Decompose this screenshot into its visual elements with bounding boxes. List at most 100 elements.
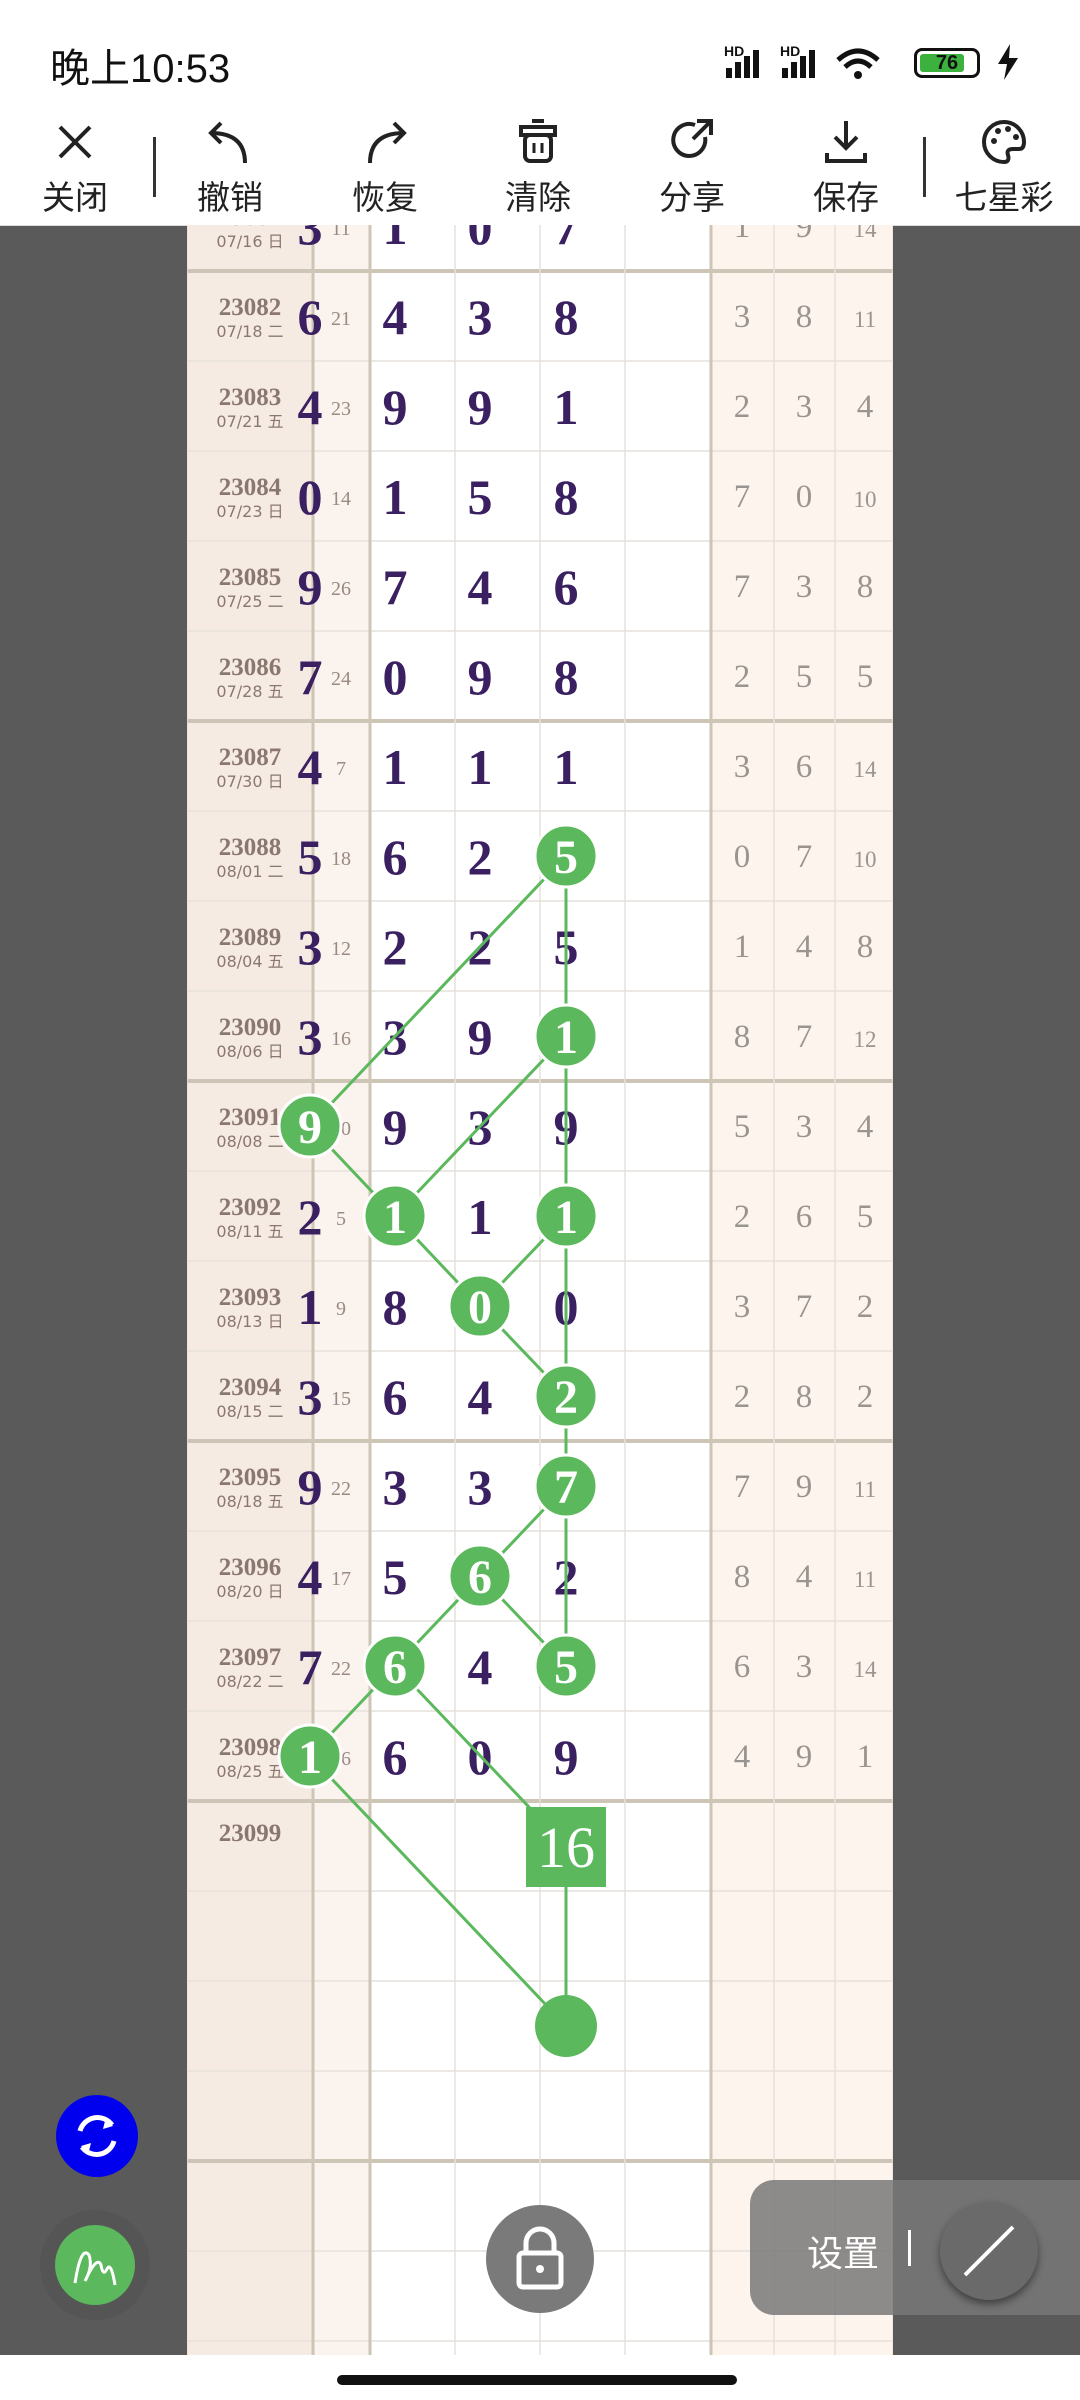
digit-cell: 4 (468, 1639, 493, 1695)
marked-digit: 0 (468, 1281, 492, 1334)
remainder-cell: 3 (796, 389, 813, 425)
sum-value: 23 (331, 398, 351, 420)
sum-value: 18 (331, 848, 351, 870)
status-icons: HD HD 76 (720, 38, 1040, 84)
svg-text:HD: HD (724, 43, 744, 59)
sum-value: 17 (331, 1568, 351, 1590)
marked-digit: 1 (554, 1011, 578, 1064)
digit-cell: 5 (468, 469, 493, 525)
home-indicator[interactable] (337, 2375, 737, 2385)
issue-date: 08/04 五 (216, 952, 283, 971)
clear-button[interactable]: 清除 (478, 115, 598, 225)
digit-cell: 3 (383, 1459, 408, 1515)
remainder-cell: 7 (734, 479, 751, 515)
palette-icon (982, 119, 1027, 165)
remainder-cell: 0 (734, 839, 751, 875)
issue-date: 07/28 五 (216, 682, 283, 701)
remainder-cell: 14 (854, 757, 878, 782)
remainder-cell: 5 (857, 1199, 874, 1235)
remainder-cell: 4 (796, 1559, 813, 1595)
remainder-cell: 14 (854, 225, 878, 242)
remainder-cell: 10 (854, 487, 877, 512)
remainder-cell: 3 (734, 299, 751, 335)
marked-digit: 9 (298, 1101, 322, 1154)
digit-cell: 1 (383, 225, 408, 255)
digit-cell: 1 (468, 1189, 493, 1245)
sum-value: 9 (336, 1298, 346, 1320)
remainder-cell: 11 (854, 307, 876, 332)
refresh-button[interactable] (56, 2095, 138, 2177)
remainder-cell: 8 (857, 569, 874, 605)
prediction-dot (535, 1995, 597, 2057)
digit-cell: 2 (383, 919, 408, 975)
remainder-cell: 8 (734, 1559, 751, 1595)
remainder-cell: 11 (854, 1567, 876, 1592)
digit-cell: 9 (298, 559, 323, 615)
settings-divider (908, 2230, 911, 2266)
digit-cell: 9 (468, 1009, 493, 1065)
remainder-cell: 3 (796, 1109, 813, 1145)
sum-value: 15 (331, 1388, 351, 1410)
issue-number: 23094 (219, 1374, 282, 1401)
remainder-cell: 2 (857, 1379, 874, 1415)
share-icon (671, 119, 713, 158)
digit-cell: 7 (554, 225, 579, 255)
line-tool-button[interactable] (940, 2202, 1038, 2300)
draw-mode-button[interactable] (40, 2210, 150, 2320)
issue-date: 08/20 日 (216, 1582, 283, 1601)
issue-number: 23091 (219, 1104, 282, 1131)
sum-value: 16 (331, 1028, 351, 1050)
digit-cell: 0 (468, 225, 493, 255)
digit-cell: 5 (298, 829, 323, 885)
undo-icon (208, 121, 247, 164)
marked-digit: 6 (383, 1641, 407, 1694)
remainder-cell: 2 (857, 1289, 874, 1325)
remainder-cell: 4 (857, 1109, 874, 1145)
battery-icon: 76 (914, 48, 980, 78)
digit-cell: 7 (383, 559, 408, 615)
issue-number: 23093 (219, 1284, 282, 1311)
marked-digit: 5 (554, 1641, 578, 1694)
settings-button[interactable]: 设置 (807, 2225, 879, 2277)
remainder-cell: 8 (796, 1379, 813, 1415)
digit-cell: 7 (298, 1639, 323, 1695)
digit-cell: 4 (383, 289, 408, 345)
status-bar: 晚上10:53 HD HD 76 (0, 0, 1080, 115)
toolbar-divider (153, 137, 156, 197)
sum-value: 7 (336, 758, 346, 780)
issue-number: 23083 (219, 384, 282, 411)
remainder-cell: 11 (854, 1477, 876, 1502)
digit-cell: 3 (468, 289, 493, 345)
issue-date: 08/13 日 (216, 1312, 283, 1331)
digit-cell: 7 (298, 649, 323, 705)
digit-cell: 1 (298, 1279, 323, 1335)
remainder-cell: 10 (854, 847, 877, 872)
toolbar: 关闭 撤销 恢复 清除 分享 保存 七星彩 (0, 115, 1080, 226)
redo-button[interactable]: 恢复 (325, 115, 445, 225)
remainder-cell: 2 (734, 659, 751, 695)
svg-text:HD: HD (780, 43, 800, 59)
undo-button[interactable]: 撤销 (170, 115, 290, 225)
lottery-type-button[interactable]: 七星彩 (944, 115, 1064, 225)
close-icon (58, 125, 92, 159)
trend-chart-board[interactable]: 2308107/16 日11310719142308207/18 二216438… (187, 225, 893, 2355)
lock-button[interactable] (486, 2205, 594, 2313)
digit-cell: 8 (554, 649, 579, 705)
remainder-cell: 0 (796, 479, 813, 515)
issue-number: 23090 (219, 1014, 282, 1041)
digit-cell: 4 (298, 739, 323, 795)
digit-cell: 9 (383, 1099, 408, 1155)
digit-cell: 6 (554, 559, 579, 615)
remainder-cell: 4 (796, 929, 813, 965)
issue-date: 07/30 日 (216, 772, 283, 791)
issue-number: 23096 (219, 1554, 282, 1581)
close-button[interactable]: 关闭 (15, 115, 135, 225)
save-button[interactable]: 保存 (786, 115, 906, 225)
share-button[interactable]: 分享 (632, 115, 752, 225)
redo-icon (368, 121, 407, 164)
issue-date: 07/21 五 (216, 412, 283, 431)
remainder-cell: 7 (796, 1019, 813, 1055)
issue-date: 08/08 二 (216, 1132, 283, 1151)
remainder-cell: 6 (734, 1649, 751, 1685)
trend-grid[interactable]: 2308107/16 日11310719142308207/18 二216438… (187, 225, 893, 2355)
